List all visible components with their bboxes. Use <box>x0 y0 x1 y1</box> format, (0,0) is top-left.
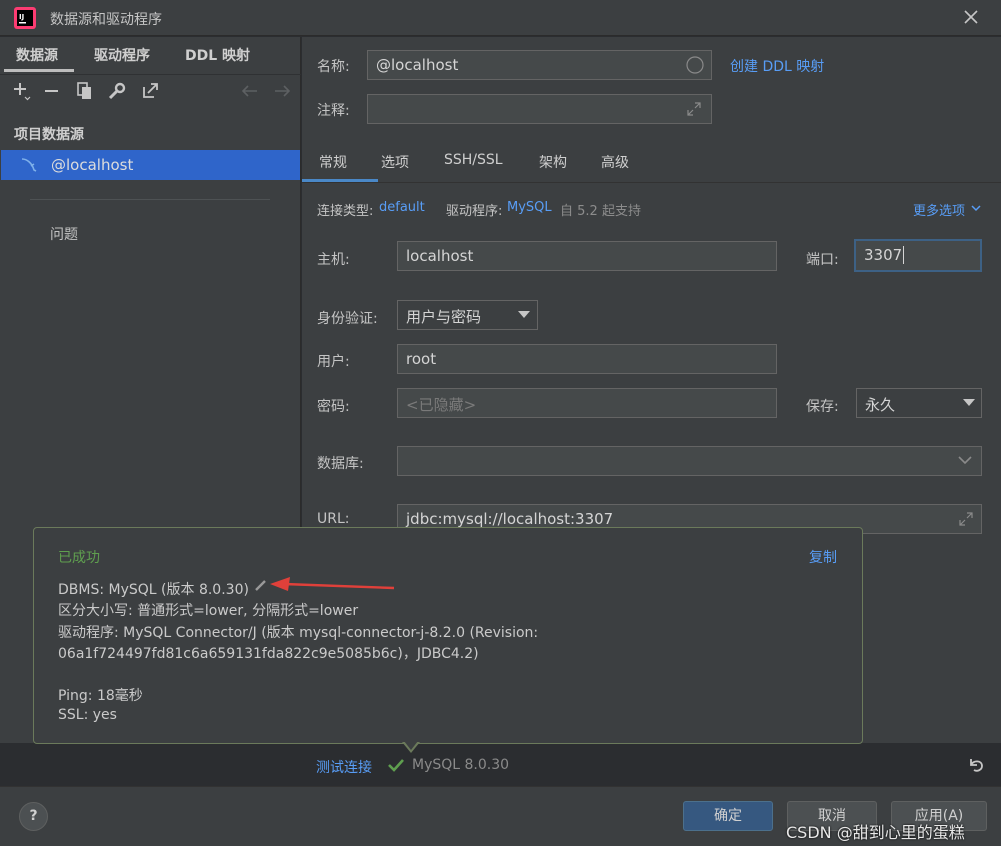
color-circle-icon[interactable] <box>686 56 704 74</box>
remove-icon[interactable] <box>42 81 62 101</box>
ok-button[interactable]: 确定 <box>683 801 773 831</box>
wrench-icon[interactable] <box>107 81 127 101</box>
tab-general[interactable]: 常规 <box>319 152 347 172</box>
user-input[interactable]: root <box>397 344 777 374</box>
window-title: 数据源和驱动程序 <box>50 12 162 28</box>
comment-label: 注释: <box>317 103 350 119</box>
name-input[interactable]: @localhost <box>367 50 712 80</box>
ping-line: Ping: 18毫秒 <box>58 688 143 704</box>
svg-text:IJ: IJ <box>19 13 24 21</box>
popup-caret-inner <box>404 741 418 750</box>
pencil-icon[interactable] <box>253 577 269 593</box>
port-input[interactable]: 3307 <box>854 239 982 272</box>
more-options-link[interactable]: 更多选项 <box>913 200 965 219</box>
help-icon: ? <box>29 808 38 824</box>
connection-type-label: 连接类型: <box>317 204 374 219</box>
expand-icon[interactable] <box>958 511 974 527</box>
data-source-label: @localhost <box>51 156 134 174</box>
database-combo[interactable] <box>397 446 982 476</box>
close-icon[interactable] <box>960 6 982 28</box>
create-ddl-mapping-link[interactable]: 创建 DDL 映射 <box>730 56 824 76</box>
tab-data-sources[interactable]: 数据源 <box>16 45 58 65</box>
driver-link[interactable]: MySQL <box>507 200 552 215</box>
divider <box>0 74 301 75</box>
port-label: 端口: <box>806 252 839 268</box>
tab-drivers[interactable]: 驱动程序 <box>94 45 150 65</box>
intellij-app-icon: IJ <box>14 7 36 29</box>
driver-label: 驱动程序: <box>446 204 503 219</box>
divider <box>302 182 1001 183</box>
test-result: MySQL 8.0.30 <box>412 757 510 773</box>
forward-arrow-icon[interactable] <box>272 81 292 101</box>
ssl-line: SSL: yes <box>58 707 117 723</box>
chevron-down-icon[interactable] <box>958 455 972 465</box>
title-bar: IJ 数据源和驱动程序 <box>0 0 1001 36</box>
save-value: 永久 <box>865 396 896 414</box>
host-value: localhost <box>406 247 474 265</box>
data-source-item-localhost[interactable]: @localhost <box>1 150 300 180</box>
driver-line-1: 驱动程序: MySQL Connector/J (版本 mysql-connec… <box>58 625 539 641</box>
tab-options[interactable]: 选项 <box>381 152 409 172</box>
host-label: 主机: <box>317 252 350 268</box>
connection-type-value[interactable]: default <box>379 200 425 215</box>
user-value: root <box>406 350 437 368</box>
tab-ddl-mappings[interactable]: DDL 映射 <box>185 45 250 65</box>
save-label: 保存: <box>806 399 839 415</box>
dbms-line: DBMS: MySQL (版本 8.0.30) <box>58 582 249 598</box>
mysql-dolphin-icon <box>21 158 37 172</box>
duplicate-icon[interactable] <box>75 81 95 101</box>
auth-select[interactable]: 用户与密码 <box>397 300 538 330</box>
watermark: CSDN @甜到心里的蛋糕 <box>786 823 965 842</box>
password-label: 密码: <box>317 399 350 415</box>
open-external-icon[interactable] <box>140 81 160 101</box>
save-select[interactable]: 永久 <box>856 388 982 418</box>
name-label: 名称: <box>317 59 350 75</box>
port-value: 3307 <box>864 246 903 264</box>
tab-schemas[interactable]: 架构 <box>539 152 567 172</box>
active-tab-indicator <box>4 69 74 72</box>
comment-input[interactable] <box>367 94 712 124</box>
status-success: 已成功 <box>58 550 100 566</box>
case-sensitivity-line: 区分大小写: 普通形式=lower, 分隔形式=lower <box>58 603 359 619</box>
test-connection-link[interactable]: 测试连接 <box>316 757 372 777</box>
user-label: 用户: <box>317 354 350 370</box>
dropdown-arrow-icon <box>518 311 530 318</box>
driver-note: 自 5.2 起支持 <box>560 204 641 219</box>
name-value: @localhost <box>376 56 459 74</box>
copy-link[interactable]: 复制 <box>809 547 837 567</box>
password-input[interactable]: <已隐藏> <box>397 388 777 418</box>
back-arrow-icon[interactable] <box>240 81 260 101</box>
expand-icon[interactable] <box>686 101 702 117</box>
database-label: 数据库: <box>317 456 364 472</box>
auth-label: 身份验证: <box>317 311 378 327</box>
checkmark-icon <box>388 759 404 772</box>
help-button[interactable]: ? <box>19 802 48 831</box>
connection-result-popup: 已成功 复制 DBMS: MySQL (版本 8.0.30) 区分大小写: 普通… <box>33 527 863 744</box>
host-input[interactable]: localhost <box>397 241 777 271</box>
tab-ssh-ssl[interactable]: SSH/SSL <box>444 152 503 168</box>
dropdown-arrow-icon <box>963 399 975 406</box>
url-label: URL: <box>317 511 350 527</box>
chevron-down-icon[interactable] <box>970 202 982 214</box>
url-value: jdbc:mysql://localhost:3307 <box>406 510 614 528</box>
divider <box>30 199 270 200</box>
add-icon[interactable] <box>12 81 32 101</box>
problems-item[interactable]: 问题 <box>50 224 78 244</box>
auth-value: 用户与密码 <box>406 308 482 326</box>
annotation-arrow <box>270 577 395 591</box>
tab-advanced[interactable]: 高级 <box>601 152 629 172</box>
section-title-project-sources: 项目数据源 <box>14 127 84 143</box>
bottom-bar: ? 确定 取消 应用(A) CSDN @甜到心里的蛋糕 <box>0 786 1001 846</box>
undo-icon[interactable] <box>967 756 985 774</box>
driver-line-2: 06a1f724497fd81c6a659131fda822c9e5085b6c… <box>58 646 479 662</box>
password-placeholder: <已隐藏> <box>406 396 477 414</box>
